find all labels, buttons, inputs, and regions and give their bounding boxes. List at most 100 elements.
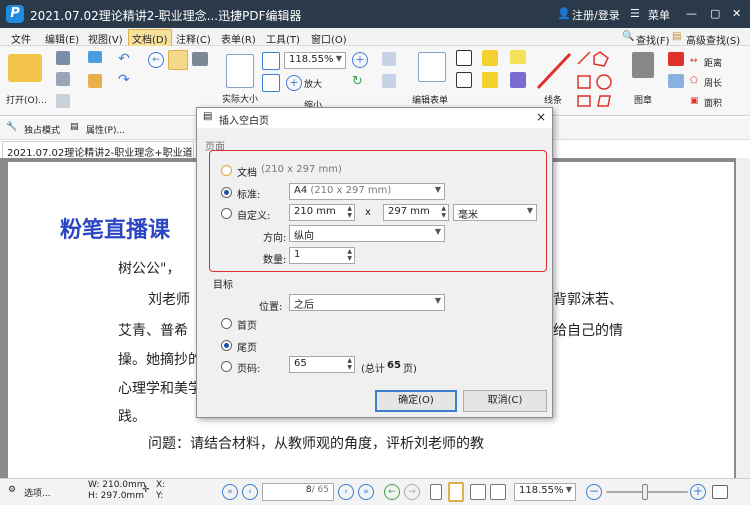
zoom-in-icon[interactable]: + [286,75,302,91]
orientation-select[interactable]: 纵向 ▼ [289,225,445,242]
first-page-label[interactable]: 首页 [237,317,257,332]
last-page-label[interactable]: 尾页 [237,339,257,354]
menu-comment[interactable]: 注释(C) [173,30,214,47]
radio-last-page[interactable] [221,340,232,351]
distance-icon[interactable]: ↔ [690,56,698,66]
stamp-icon[interactable] [632,52,654,78]
menu-view[interactable]: 视图(V) [85,30,126,47]
cancel-button[interactable]: 取消(C) [463,390,547,412]
fit-width-icon[interactable] [262,74,280,92]
page-number-label[interactable]: 页码: [237,360,260,375]
area-icon[interactable]: ▣ [690,96,699,106]
area-button[interactable]: 面积 [704,96,722,109]
undo-icon[interactable]: ↶ [118,51,130,67]
fit-page-icon[interactable] [262,52,280,70]
shapes-icon[interactable] [576,50,624,112]
position-select[interactable]: 之后 ▼ [289,294,445,311]
note-icon[interactable] [510,50,526,64]
zoom-select[interactable]: 118.55% ▼ [284,52,346,69]
zoom-add-icon[interactable]: + [352,52,368,68]
back-icon[interactable]: ← [148,52,164,68]
typewriter-icon[interactable] [482,50,498,66]
radio-standard[interactable] [221,187,232,198]
properties-button[interactable]: 属性(P)... [86,123,125,136]
menu-tools[interactable]: 工具(T) [263,30,303,47]
save-icon[interactable] [56,51,70,65]
attach-icon[interactable] [510,72,526,88]
single-page-icon[interactable] [430,484,442,500]
rotate-icon[interactable]: ↻ [352,74,363,89]
edit-form-button[interactable]: 编辑表单 [412,93,448,106]
distance-button[interactable]: 距离 [704,56,722,69]
insert-page-icon[interactable] [382,52,396,66]
extract-page-icon[interactable] [382,74,396,88]
radio-page-number[interactable] [221,361,232,372]
hand-tool-icon[interactable] [168,50,188,70]
edit-form-icon[interactable] [418,52,446,82]
page-number-input[interactable]: 65 ▲ ▼ [289,356,355,373]
properties-icon[interactable] [56,94,70,108]
text-field-icon[interactable] [456,50,472,66]
perimeter-button[interactable]: 周长 [704,76,722,89]
dialog-close-button[interactable]: × [536,110,546,124]
standard-size-select[interactable]: A4 (210 x 297 mm) ▼ [289,183,445,200]
advanced-find-button[interactable]: 高级查找(S) [686,32,740,47]
document-tab[interactable]: 2021.07.02理论精讲2-职业理念+职业道德知 [2,141,194,158]
minimize-button[interactable]: — [686,7,697,20]
find-button[interactable]: 查找(F) [636,32,670,47]
radio-first-page[interactable] [221,318,232,329]
actual-size-icon[interactable] [226,54,254,88]
vertical-scrollbar[interactable] [736,158,750,478]
snapshot-icon[interactable] [192,52,208,66]
menu-window[interactable]: 窗口(O) [308,30,350,47]
options-button[interactable]: 选项... [24,486,51,499]
form-field-icon[interactable] [456,72,472,88]
nav-back-icon[interactable]: ← [384,484,400,500]
menu-form[interactable]: 表单(R) [218,30,259,47]
custom-option-label[interactable]: 自定义: [237,207,270,222]
redo-icon[interactable]: ↷ [118,72,130,88]
continuous-page-icon[interactable] [448,482,464,502]
pencil-icon[interactable] [668,74,684,88]
nav-forward-icon[interactable]: → [404,484,420,500]
facing-page-icon[interactable] [470,484,486,500]
open-button[interactable]: 打开(O)... [6,93,47,106]
menu-edit[interactable]: 编辑(E) [42,30,82,47]
clipboard-icon[interactable] [88,74,102,88]
standard-option-label[interactable]: 标准: [237,186,260,201]
document-option-label[interactable]: 文档 [237,164,257,179]
first-page-icon[interactable]: « [222,484,238,500]
unit-select[interactable]: 毫米 ▼ [453,204,537,221]
next-page-icon[interactable]: › [338,484,354,500]
line-button[interactable]: 线条 [544,93,562,106]
prev-page-icon[interactable]: ‹ [242,484,258,500]
radio-document[interactable] [221,165,232,176]
page-number-field[interactable]: 8/ 65 [262,483,334,501]
count-field[interactable]: 1 ▲ ▼ [289,247,355,264]
line-icon[interactable] [536,52,572,90]
login-link[interactable]: 注册/登录 [572,7,620,23]
status-zoom-select[interactable]: 118.55% ▼ [514,483,576,501]
exclusive-mode-button[interactable]: 独占模式 [24,123,60,136]
zoom-slider-thumb[interactable] [642,484,648,500]
zoom-out-icon[interactable]: − [586,484,602,500]
radio-custom[interactable] [221,208,232,219]
menu-file[interactable]: 文件 [8,30,34,47]
custom-width-field[interactable]: 210 mm ▲ ▼ [289,204,355,221]
actual-size-button[interactable]: 实际大小 [222,92,258,105]
open-folder-icon[interactable] [8,54,42,82]
zoom-in-status-icon[interactable]: + [690,484,706,500]
perimeter-icon[interactable]: ⬠ [690,76,698,86]
ok-button[interactable]: 确定(O) [375,390,457,412]
text-box-icon[interactable] [482,72,498,88]
eraser-icon[interactable] [668,52,684,66]
last-page-icon[interactable]: » [358,484,374,500]
maximize-button[interactable]: ▢ [710,7,720,20]
stamp-button[interactable]: 图章 [634,93,652,106]
menu-button[interactable]: 菜单 [648,7,670,23]
print-icon[interactable] [56,72,70,86]
zoom-in-button[interactable]: 放大 [304,77,322,90]
continuous-facing-icon[interactable] [490,484,506,500]
cloud-icon[interactable] [88,51,102,63]
custom-height-field[interactable]: 297 mm ▲ ▼ [383,204,449,221]
